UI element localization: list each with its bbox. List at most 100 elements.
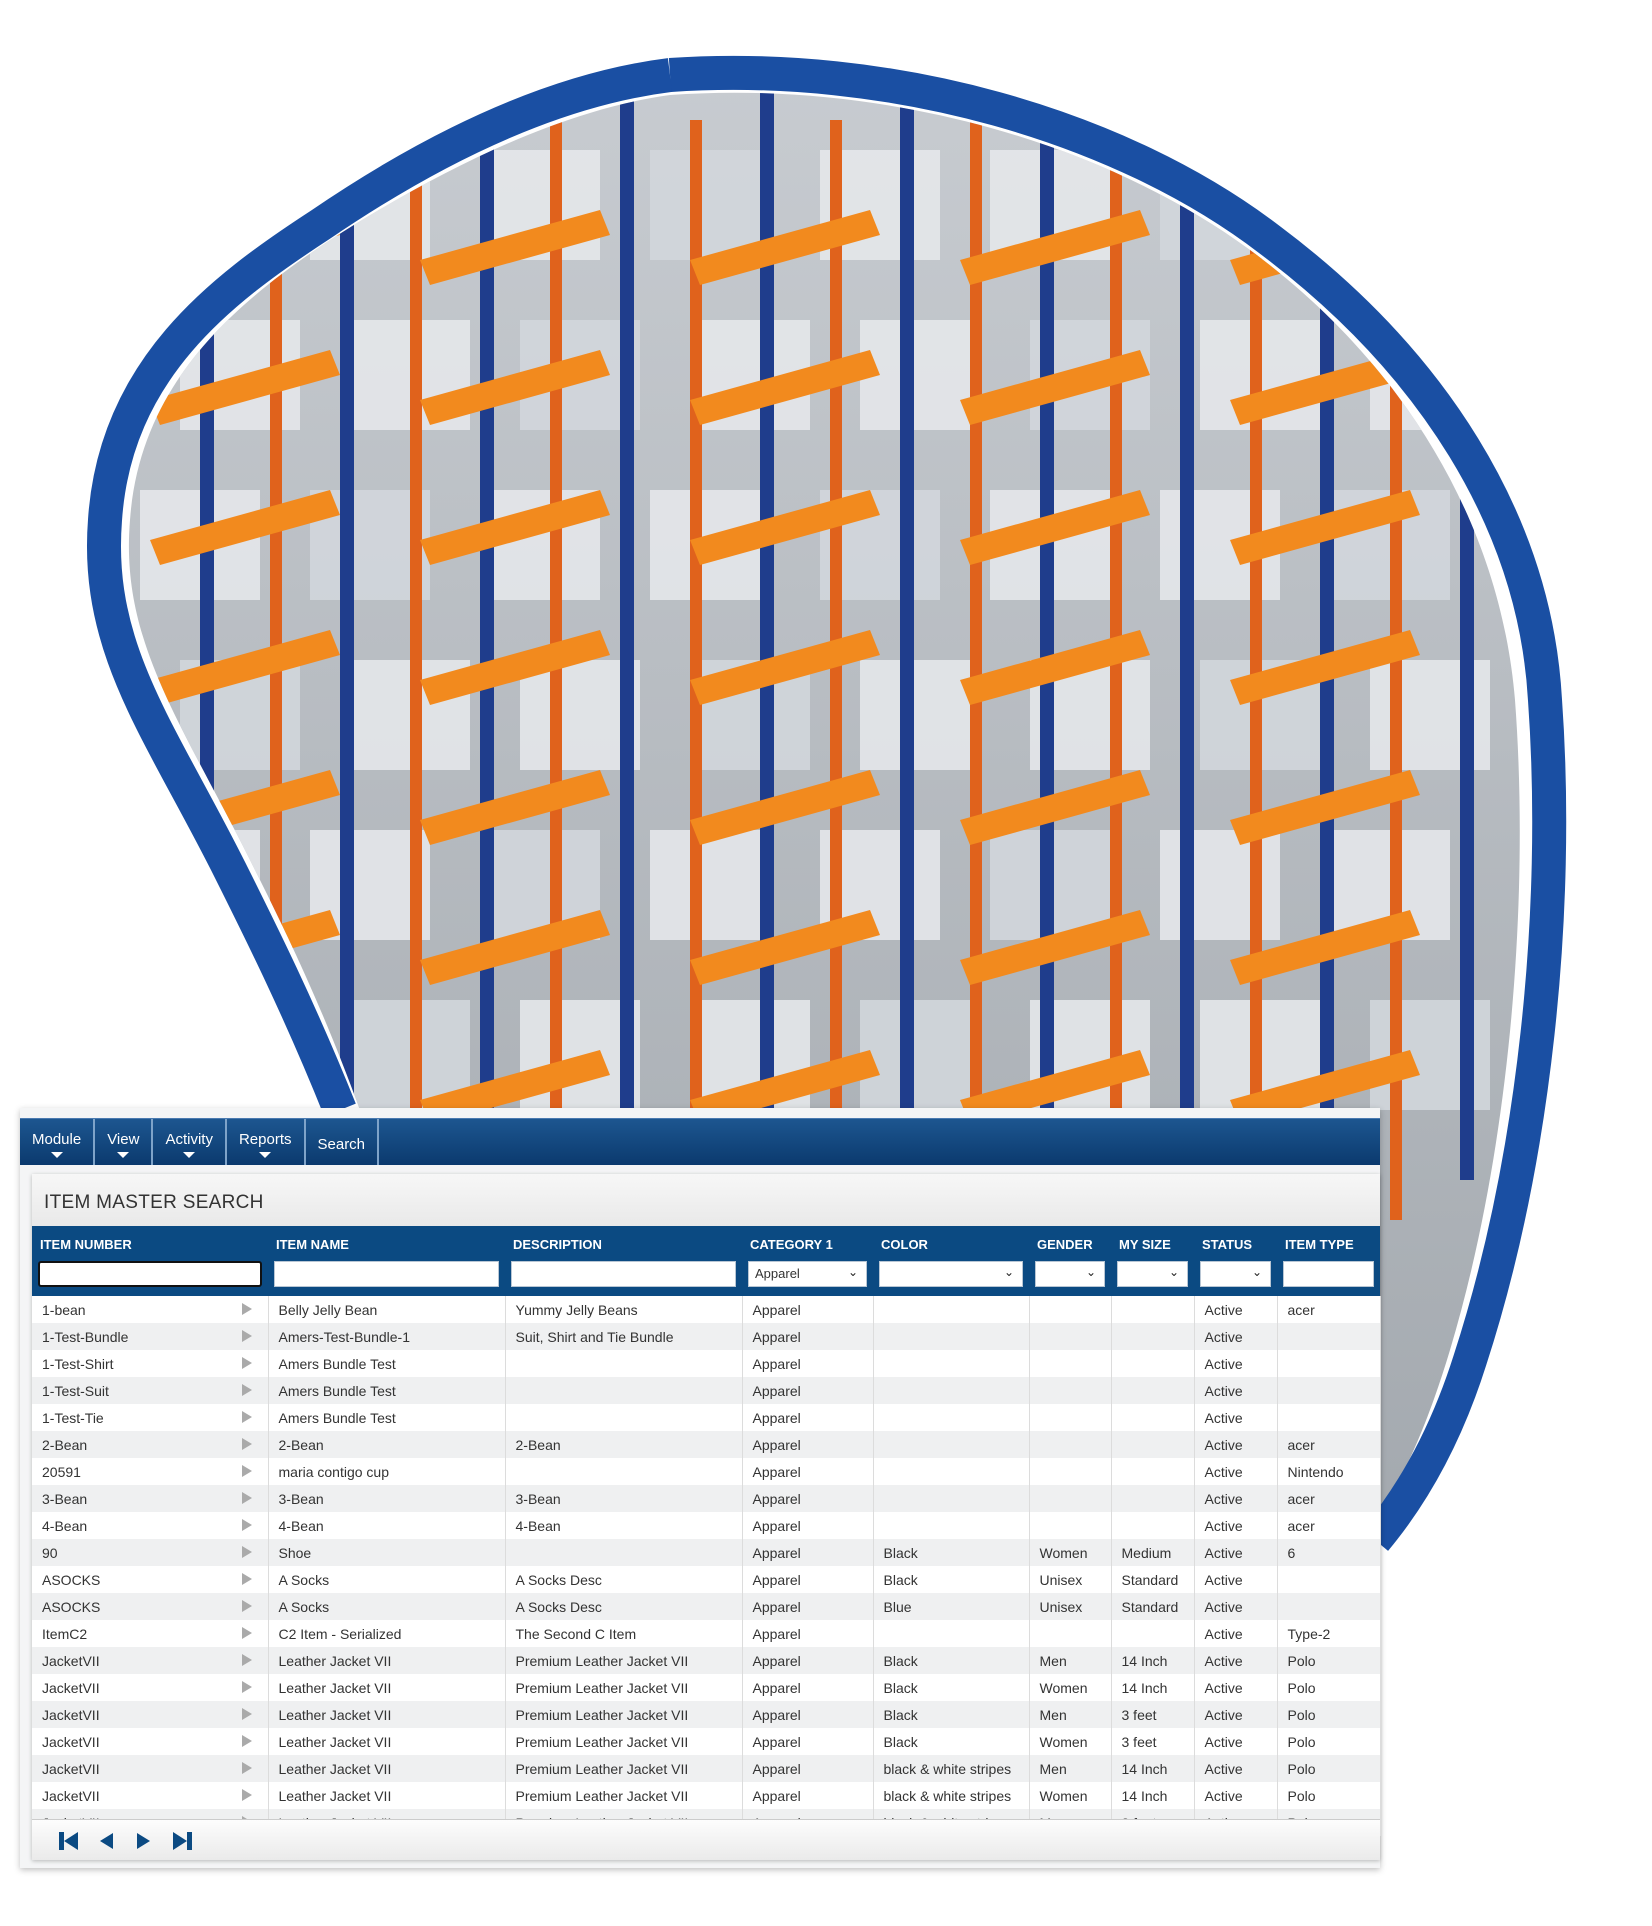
cell-text: Type-2 [1287, 1625, 1331, 1642]
col-color[interactable]: COLOR [873, 1226, 1029, 1258]
rack-upright-orange [410, 120, 422, 1220]
table-row[interactable]: JacketVII Leather Jacket VII Premium Leath… [32, 1782, 1381, 1809]
my-size-select[interactable]: ⌄ [1117, 1261, 1188, 1287]
table-row[interactable]: 3-Bean 3-Bean 3-Bean Apparel Active acer [32, 1485, 1381, 1512]
cell-description: Premium Leather Jacket VII [505, 1728, 743, 1755]
first-page-icon[interactable] [58, 1831, 80, 1851]
menu-reports[interactable]: Reports [227, 1119, 306, 1165]
menu-search[interactable]: Search [306, 1119, 380, 1165]
row-open-arrow-icon[interactable] [241, 1600, 252, 1612]
item-name-filter[interactable] [274, 1261, 499, 1287]
last-page-icon[interactable] [172, 1831, 194, 1851]
row-open-arrow-icon[interactable] [241, 1303, 252, 1315]
cell-my-size [1111, 1350, 1195, 1377]
cell-text: 1-Test-Bundle [42, 1328, 129, 1345]
cell-gender: Women [1029, 1674, 1112, 1701]
cell-text: Polo [1287, 1760, 1316, 1777]
table-row[interactable]: JacketVII Leather Jacket VII Premium Leath… [32, 1755, 1381, 1782]
item-table: ITEM NUMBER ITEM NAME DESCRIPTION CATEGO… [32, 1226, 1381, 1836]
col-my-size[interactable]: MY SIZE [1111, 1226, 1194, 1258]
cell-my-size [1111, 1512, 1195, 1539]
status-select[interactable]: ⌄ [1200, 1261, 1271, 1287]
col-status[interactable]: STATUS [1194, 1226, 1277, 1258]
cell-text: A Socks [278, 1598, 330, 1615]
cell-description [505, 1377, 743, 1404]
gender-select[interactable]: ⌄ [1035, 1261, 1105, 1287]
color-select[interactable]: ⌄ [879, 1261, 1023, 1287]
next-page-icon[interactable] [136, 1831, 152, 1851]
menu-activity[interactable]: Activity [153, 1119, 227, 1165]
row-open-arrow-icon[interactable] [241, 1384, 252, 1396]
cell-text: Apparel [752, 1760, 801, 1777]
col-item-type[interactable]: ITEM TYPE [1277, 1226, 1380, 1258]
cell-text: black & white stripes [883, 1760, 1012, 1777]
table-row[interactable]: 20591 maria contigo cup Apparel Active Ninte… [32, 1458, 1381, 1485]
table-row[interactable]: 90 Shoe Apparel Black Women Medium Active 6 [32, 1539, 1381, 1566]
table-row[interactable]: 1-Test-Tie Amers Bundle Test Apparel Active [32, 1404, 1381, 1431]
item-type-filter[interactable] [1283, 1261, 1374, 1287]
cell-item-name: A Socks [268, 1593, 506, 1620]
item-number-filter[interactable] [38, 1261, 262, 1287]
row-open-arrow-icon[interactable] [241, 1762, 252, 1774]
cell-item-number: JacketVII [32, 1674, 269, 1701]
col-item-name[interactable]: ITEM NAME [268, 1226, 505, 1258]
table-row[interactable]: 1-Test-Shirt Amers Bundle Test Apparel Acti… [32, 1350, 1381, 1377]
description-filter[interactable] [511, 1261, 736, 1287]
page-title: ITEM MASTER SEARCH [32, 1174, 1380, 1226]
table-row[interactable]: ASOCKS A Socks A Socks Desc Apparel Blue Unis… [32, 1593, 1381, 1620]
row-open-arrow-icon[interactable] [241, 1411, 252, 1423]
table-row[interactable]: 2-Bean 2-Bean 2-Bean Apparel Active acer [32, 1431, 1381, 1458]
row-open-arrow-icon[interactable] [241, 1492, 252, 1504]
table-row[interactable]: 4-Bean 4-Bean 4-Bean Apparel Active acer [32, 1512, 1381, 1539]
cell-status: Active [1194, 1404, 1278, 1431]
table-row[interactable]: JacketVII Leather Jacket VII Premium Leath… [32, 1728, 1381, 1755]
cell-text: 4-Bean [278, 1517, 324, 1534]
cell-item-number: ItemC2 [32, 1620, 269, 1647]
row-open-arrow-icon[interactable] [241, 1438, 252, 1450]
cell-item-type [1277, 1566, 1381, 1593]
row-open-arrow-icon[interactable] [241, 1627, 252, 1639]
row-open-arrow-icon[interactable] [241, 1573, 252, 1585]
prev-page-icon[interactable] [98, 1831, 114, 1851]
row-open-arrow-icon[interactable] [241, 1546, 252, 1558]
rack-upright-blue [1460, 92, 1474, 1180]
col-category1[interactable]: CATEGORY 1 [742, 1226, 873, 1258]
table-row[interactable]: 1-Test-Bundle Amers-Test-Bundle-1 Suit, Sh… [32, 1323, 1381, 1350]
col-item-number[interactable]: ITEM NUMBER [32, 1226, 268, 1258]
rack-upright-blue [1180, 92, 1194, 1180]
table-row[interactable]: ASOCKS A Socks A Socks Desc Apparel Black Uni… [32, 1566, 1381, 1593]
menu-module[interactable]: Module [20, 1119, 96, 1165]
cell-category1: Apparel [742, 1647, 874, 1674]
cell-item-number: 3-Bean [32, 1485, 269, 1512]
category1-select[interactable]: Apparel ⌄ [748, 1261, 867, 1287]
row-open-arrow-icon[interactable] [241, 1789, 252, 1801]
table-row[interactable]: ItemC2 C2 Item - Serialized The Second C I… [32, 1620, 1381, 1647]
row-open-arrow-icon[interactable] [241, 1465, 252, 1477]
table-row[interactable]: JacketVII Leather Jacket VII Premium Leath… [32, 1701, 1381, 1728]
col-gender[interactable]: GENDER [1029, 1226, 1111, 1258]
row-open-arrow-icon[interactable] [241, 1519, 252, 1531]
cell-item-name: Leather Jacket VII [268, 1755, 506, 1782]
cell-color [873, 1620, 1030, 1647]
col-description[interactable]: DESCRIPTION [505, 1226, 742, 1258]
row-open-arrow-icon[interactable] [241, 1357, 252, 1369]
cell-text: Black [883, 1679, 918, 1696]
table-row[interactable]: 1-bean Belly Jelly Bean Yummy Jelly Beans A… [32, 1296, 1381, 1323]
cell-item-name: maria contigo cup [268, 1458, 506, 1485]
row-open-arrow-icon[interactable] [241, 1681, 252, 1693]
row-open-arrow-icon[interactable] [241, 1708, 252, 1720]
row-open-arrow-icon[interactable] [241, 1735, 252, 1747]
cell-status: Active [1194, 1674, 1278, 1701]
cell-description: 2-Bean [505, 1431, 743, 1458]
table-row[interactable]: JacketVII Leather Jacket VII Premium Leath… [32, 1647, 1381, 1674]
row-open-arrow-icon[interactable] [241, 1330, 252, 1342]
row-open-arrow-icon[interactable] [241, 1654, 252, 1666]
cell-my-size: Standard [1111, 1566, 1195, 1593]
table-row[interactable]: 1-Test-Suit Amers Bundle Test Apparel Activ… [32, 1377, 1381, 1404]
cell-color [873, 1350, 1030, 1377]
cell-status: Active [1194, 1431, 1278, 1458]
pallet-load [860, 1000, 980, 1110]
table-row[interactable]: JacketVII Leather Jacket VII Premium Leath… [32, 1674, 1381, 1701]
menu-view[interactable]: View [95, 1119, 154, 1165]
cell-color: Black [873, 1701, 1030, 1728]
